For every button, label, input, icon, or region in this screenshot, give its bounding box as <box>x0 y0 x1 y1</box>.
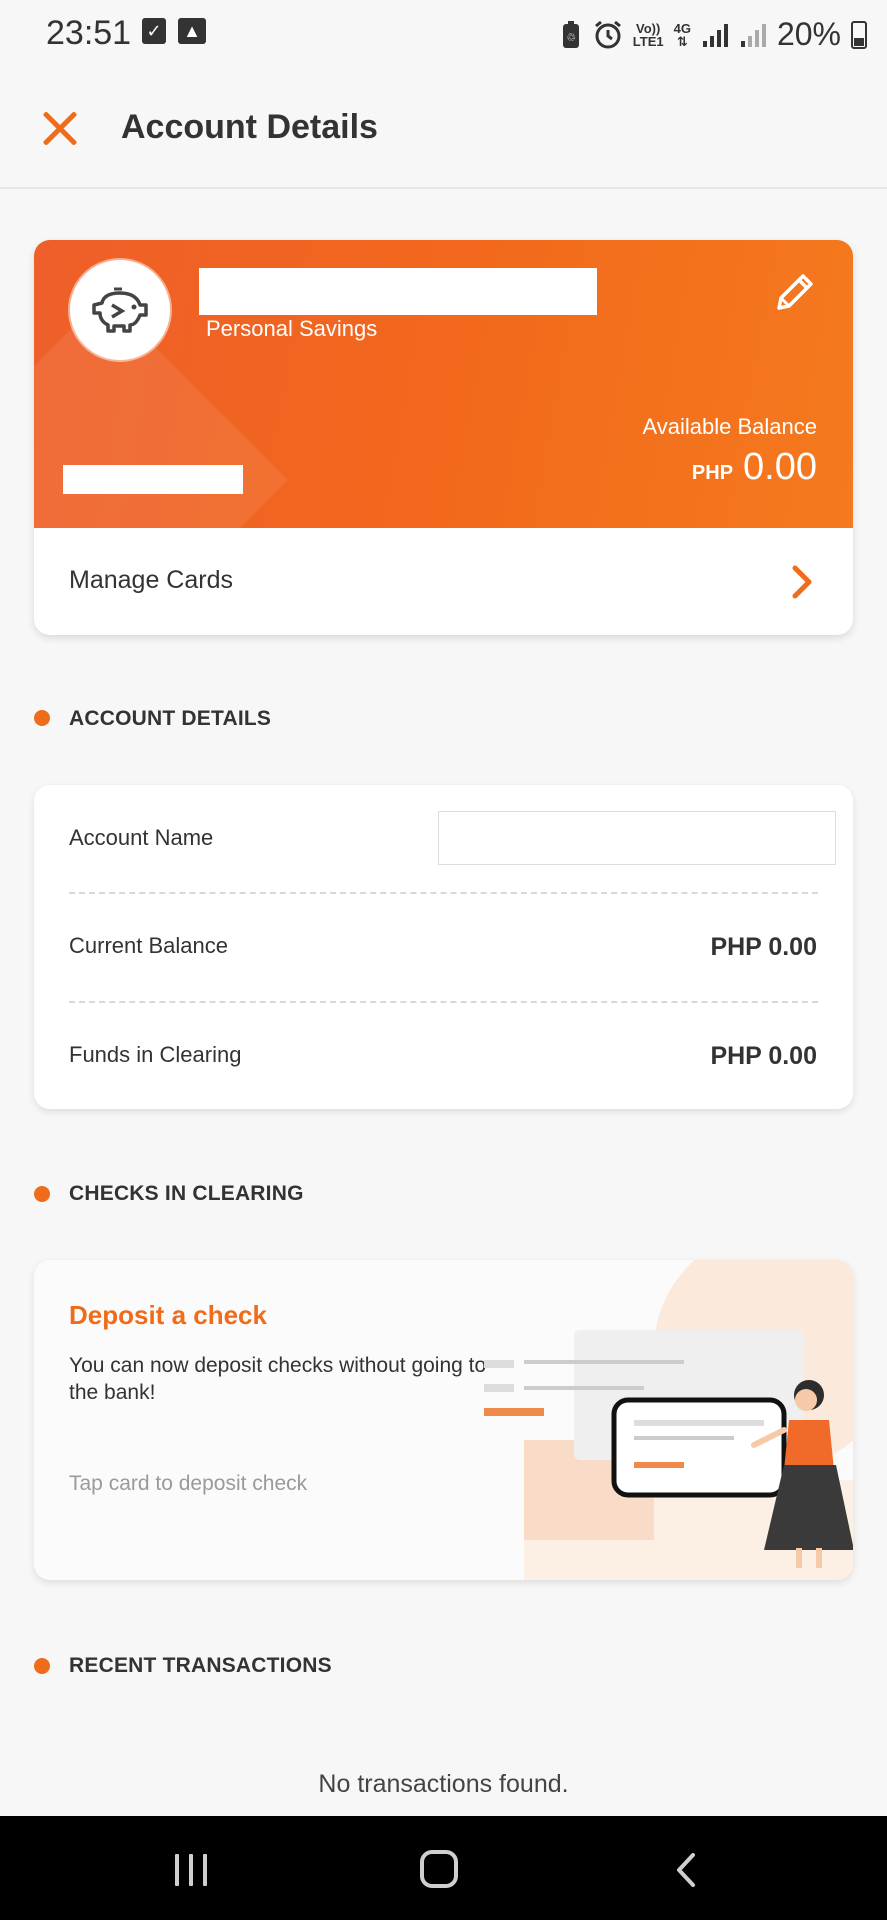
app-header: Account Details <box>0 70 887 189</box>
account-name-label: Account Name <box>69 825 214 850</box>
system-nav-bar <box>0 1816 887 1920</box>
empty-transactions-message: No transactions found. <box>318 1770 569 1798</box>
account-type: Personal Savings <box>206 316 378 341</box>
recent-apps-icon[interactable] <box>173 1854 209 1886</box>
account-card: Personal Savings Available Balance PHP 0… <box>34 240 853 635</box>
balance-value: 0.00 <box>743 446 817 488</box>
account-name-value <box>438 811 836 865</box>
piggy-bank-icon <box>92 287 148 333</box>
deposit-check-title: Deposit a check <box>69 1300 267 1330</box>
alarm-icon <box>594 20 621 48</box>
deposit-check-description: You can now deposit checks without going… <box>69 1354 487 1404</box>
battery-icon <box>851 20 867 49</box>
battery-saver-icon: ♲ <box>562 20 579 48</box>
funds-in-clearing-label: Funds in Clearing <box>69 1042 242 1067</box>
section-bullet <box>34 1658 50 1674</box>
current-balance-label: Current Balance <box>69 933 228 958</box>
battery-percent: 20% <box>776 16 841 52</box>
signal-icon <box>702 23 728 47</box>
checkbox-icon: ✓ <box>142 18 166 44</box>
current-balance-value: PHP 0.00 <box>710 933 817 961</box>
section-title-recent-transactions: RECENT TRANSACTIONS <box>69 1654 332 1677</box>
status-bar: 23:51 ✓ ▲ ♲ Vo)) LTE1 4G ⇅ 20% <box>0 0 887 70</box>
section-title-account-details: ACCOUNT DETAILS <box>69 707 272 730</box>
signal-secondary-icon <box>740 23 766 47</box>
status-indicators: ♲ Vo)) LTE1 4G ⇅ 20% <box>559 16 867 53</box>
available-balance: PHP 0.00 <box>692 446 817 489</box>
deposit-check-illustration <box>484 1260 853 1580</box>
divider <box>69 892 818 894</box>
back-icon[interactable] <box>675 1852 697 1888</box>
divider <box>69 1001 818 1003</box>
available-balance-label: Available Balance <box>642 414 818 439</box>
image-icon: ▲ <box>178 18 206 44</box>
chevron-right-icon <box>792 565 812 599</box>
account-avatar <box>70 260 170 360</box>
manage-cards-label: Manage Cards <box>69 566 233 594</box>
section-bullet <box>34 1186 50 1202</box>
home-icon[interactable] <box>420 1850 458 1888</box>
funds-in-clearing-value: PHP 0.00 <box>710 1042 817 1070</box>
account-card-banner: Personal Savings Available Balance PHP 0… <box>34 240 853 635</box>
manage-cards-row[interactable]: Manage Cards <box>34 528 853 635</box>
deposit-check-card[interactable]: Deposit a check You can now deposit chec… <box>34 1260 853 1580</box>
volte-indicator: Vo)) LTE1 <box>632 20 664 49</box>
account-details-card: Account Name Current Balance PHP 0.00 Fu… <box>34 785 853 1109</box>
account-name-redacted <box>199 268 597 315</box>
close-icon[interactable] <box>40 108 80 148</box>
page-title: Account Details <box>121 108 378 146</box>
pencil-icon[interactable] <box>769 268 819 318</box>
status-time: 23:51 <box>46 14 132 52</box>
balance-currency: PHP <box>691 462 734 484</box>
section-bullet <box>34 710 50 726</box>
svg-text:♲: ♲ <box>566 32 576 44</box>
data-indicator: 4G ⇅ <box>673 20 691 49</box>
deposit-check-hint: Tap card to deposit check <box>69 1472 308 1495</box>
section-title-checks-in-clearing: CHECKS IN CLEARING <box>69 1182 304 1205</box>
account-number-redacted <box>63 465 243 494</box>
